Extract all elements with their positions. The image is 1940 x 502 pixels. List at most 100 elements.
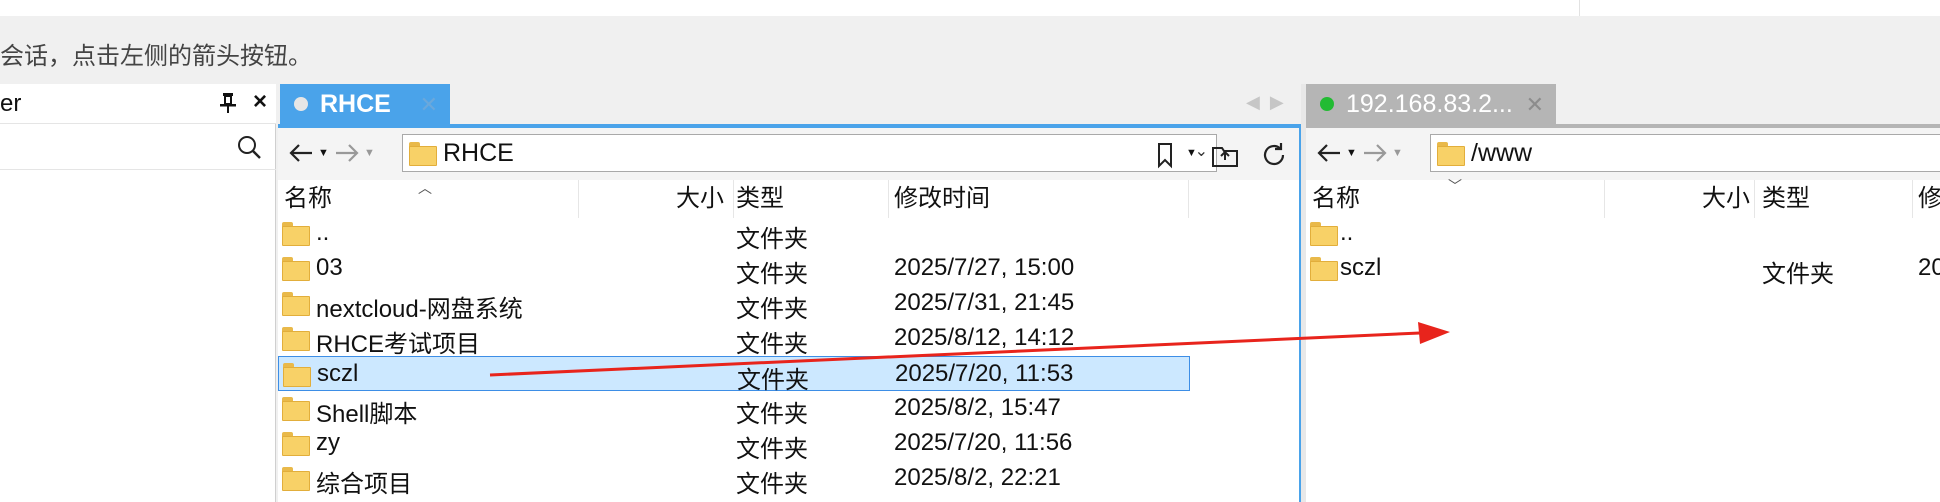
row-modified: 2025/7/20, 11:53 — [895, 360, 1074, 387]
folder-icon — [282, 292, 310, 316]
folder-icon — [1310, 257, 1338, 281]
row-type: 文件夹 — [736, 331, 808, 358]
arrow-left-icon — [1317, 144, 1340, 162]
close-icon[interactable]: × — [253, 90, 267, 114]
top-divider — [1579, 0, 1580, 16]
arrow-right-icon — [336, 144, 359, 162]
forward-button[interactable]: ▼ — [1362, 138, 1403, 168]
column-header-name[interactable]: 名称 — [284, 180, 332, 218]
row-modified: 2025/8/2, 15:47 — [894, 394, 1061, 421]
column-divider — [733, 180, 734, 218]
row-name: 03 — [316, 254, 343, 281]
tab-close-icon[interactable]: ✕ — [1526, 92, 1544, 118]
back-button[interactable]: ▼ — [1316, 138, 1357, 168]
path-bar[interactable]: /www — [1430, 134, 1940, 172]
local-toolbar: ▼ ▼ RHCE ⌄ ▼ — [278, 128, 1301, 180]
tab-scroll-arrows[interactable]: ◀▶ — [1246, 92, 1294, 113]
tab-close-icon[interactable]: ✕ — [420, 92, 438, 118]
connected-status-dot — [1320, 97, 1334, 111]
column-header-size[interactable]: 大小 — [676, 180, 724, 218]
chevron-down-icon: ▼ — [364, 147, 375, 159]
search-icon[interactable] — [236, 134, 262, 160]
row-type: 文件夹 — [736, 471, 808, 498]
path-text: RHCE — [443, 138, 514, 167]
arrow-left-icon — [289, 144, 312, 162]
column-header-type[interactable]: 类型 — [736, 180, 784, 218]
side-panel: er × — [0, 84, 276, 502]
table-row[interactable]: sczl 文件夹 20 — [1306, 251, 1940, 288]
row-name: zy — [316, 429, 340, 456]
forward-button[interactable]: ▼ — [334, 138, 375, 168]
folder-icon — [282, 467, 310, 491]
row-type: 文件夹 — [736, 401, 808, 428]
row-name: .. — [1340, 219, 1354, 246]
row-type: 文件夹 — [736, 296, 808, 323]
folder-icon — [282, 397, 310, 421]
table-row[interactable]: 综合项目 文件夹 2025/8/2, 22:21 — [278, 461, 1190, 498]
tab-label: RHCE — [320, 89, 391, 118]
row-modified: 2025/7/20, 11:56 — [894, 429, 1073, 456]
side-search-bar[interactable] — [0, 124, 276, 170]
table-row[interactable]: 03 文件夹 2025/7/27, 15:00 — [278, 251, 1190, 288]
new-folder-icon[interactable] — [1210, 140, 1240, 170]
pin-icon[interactable] — [218, 92, 238, 114]
top-strip — [0, 0, 1940, 16]
bookmark-icon[interactable] — [1151, 140, 1181, 170]
folder-icon — [283, 363, 311, 387]
row-name: sczl — [317, 360, 359, 387]
local-file-list: ︿ 名称 大小 类型 修改时间 .. 文件夹 03 文件夹 2025/7/27,… — [278, 180, 1301, 502]
table-row[interactable]: .. 文件夹 — [278, 216, 1190, 253]
row-type: 文件夹 — [1762, 261, 1834, 288]
table-row[interactable]: RHCE考试项目 文件夹 2025/8/12, 14:12 — [278, 321, 1190, 358]
row-name: RHCE考试项目 — [316, 331, 481, 358]
row-modified: 2025/7/27, 15:00 — [894, 254, 1075, 281]
column-divider — [578, 180, 579, 218]
tab-status-dot — [294, 97, 308, 111]
chevron-down-icon: ▼ — [318, 147, 329, 159]
column-header-name[interactable]: 名称 — [1312, 180, 1360, 218]
refresh-icon[interactable] — [1259, 140, 1289, 170]
hint-text: 会话，点击左侧的箭头按钮。 — [0, 43, 312, 70]
chevron-down-icon: ▼ — [1392, 147, 1403, 159]
hint-bar: 会话，点击左侧的箭头按钮。 — [0, 16, 1940, 84]
folder-icon — [282, 327, 310, 351]
path-bar[interactable]: RHCE ⌄ — [402, 134, 1217, 172]
column-divider — [1912, 180, 1913, 218]
row-type: 文件夹 — [736, 436, 808, 463]
row-name: Shell脚本 — [316, 401, 418, 428]
row-name: nextcloud-网盘系统 — [316, 296, 523, 323]
chevron-down-icon: ▼ — [1346, 147, 1357, 159]
table-row[interactable]: Shell脚本 文件夹 2025/8/2, 15:47 — [278, 391, 1190, 428]
column-divider — [1604, 180, 1605, 218]
arrow-right-icon — [1364, 144, 1387, 162]
tab-rhce[interactable]: RHCE ✕ — [280, 84, 450, 124]
sort-descending-icon: ﹀ — [1448, 178, 1462, 194]
table-row[interactable]: zy 文件夹 2025/7/20, 11:56 — [278, 426, 1190, 463]
column-header-type[interactable]: 类型 — [1762, 180, 1810, 218]
row-name: 综合项目 — [316, 471, 412, 498]
table-row[interactable]: nextcloud-网盘系统 文件夹 2025/7/31, 21:45 — [278, 286, 1190, 323]
table-row[interactable]: .. — [1306, 216, 1940, 251]
folder-icon — [282, 432, 310, 456]
tab-remote-host[interactable]: 192.168.83.2... ✕ — [1306, 84, 1556, 124]
chevron-down-icon[interactable]: ▼ — [1186, 147, 1197, 159]
column-header-modified[interactable]: 修 — [1918, 180, 1940, 218]
remote-toolbar: ▼ ▼ /www — [1306, 128, 1940, 180]
row-modified: 2025/7/31, 21:45 — [894, 289, 1075, 316]
remote-tabbar: 192.168.83.2... ✕ — [1306, 84, 1940, 124]
local-tabbar: RHCE ✕ ◀▶ — [278, 84, 1301, 124]
column-header-size[interactable]: 大小 — [1702, 180, 1750, 218]
path-text: /www — [1471, 138, 1533, 167]
local-pane: RHCE ✕ ◀▶ ▼ ▼ RHCE ⌄ ▼ ︿ 名称 大小 类型 修改时间 .… — [278, 84, 1301, 502]
tab-label: 192.168.83.2... — [1346, 89, 1513, 118]
row-modified: 2025/8/2, 22:21 — [894, 464, 1061, 491]
row-modified: 2025/8/12, 14:12 — [894, 324, 1075, 351]
row-name: sczl — [1340, 254, 1382, 281]
back-button[interactable]: ▼ — [288, 138, 329, 168]
table-row-selected[interactable]: sczl 文件夹 2025/7/20, 11:53 — [278, 356, 1190, 394]
row-type: 文件夹 — [736, 261, 808, 288]
folder-icon — [282, 257, 310, 281]
column-header-modified[interactable]: 修改时间 — [894, 180, 990, 218]
row-type: 文件夹 — [736, 226, 808, 253]
side-panel-header: er × — [0, 84, 276, 124]
